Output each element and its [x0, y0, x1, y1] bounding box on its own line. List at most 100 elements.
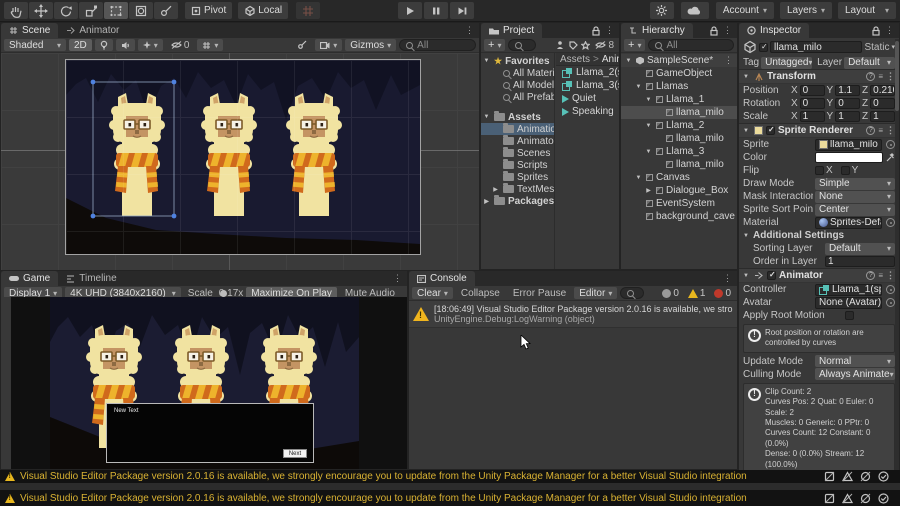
- rotation-z-field[interactable]: 0: [870, 98, 895, 109]
- object-picker-icon[interactable]: [886, 218, 895, 227]
- effects-dropdown[interactable]: [137, 39, 163, 51]
- inspector-scrollbar[interactable]: [895, 39, 899, 482]
- project-tree-row[interactable]: Sprites: [481, 171, 554, 183]
- presets-icon[interactable]: ≡: [878, 271, 883, 280]
- hierarchy-row[interactable]: GameObject: [621, 67, 737, 80]
- inspector-menu-icon[interactable]: ⋮: [885, 25, 894, 36]
- scale-tool-button[interactable]: [79, 2, 103, 19]
- preferences-gear-button[interactable]: [649, 2, 674, 19]
- tab-timeline[interactable]: Timeline: [58, 271, 125, 286]
- scene-camera-dropdown[interactable]: [315, 39, 343, 51]
- foldout-down-icon[interactable]: ▼: [644, 97, 653, 103]
- hierarchy-row[interactable]: ▼ SampleScene* ⋮: [621, 54, 737, 67]
- apply-root-motion-checkbox[interactable]: [845, 311, 854, 320]
- help-icon[interactable]: ?: [866, 126, 876, 135]
- project-file-item[interactable]: Llama_3(sprite): [556, 79, 619, 92]
- progress-check-icon[interactable]: [878, 492, 889, 504]
- foldout-down-icon[interactable]: ▼: [644, 123, 653, 129]
- hierarchy-menu-icon[interactable]: ⋮: [723, 25, 732, 36]
- active-checkbox[interactable]: [759, 42, 768, 52]
- project-tree-row[interactable]: ▶ TextMesh Pro: [481, 183, 554, 195]
- foldout-down-icon[interactable]: ▼: [743, 273, 751, 279]
- component-menu-icon[interactable]: ⋮: [886, 270, 895, 281]
- menu-icon[interactable]: ⋮: [724, 55, 737, 66]
- pause-button[interactable]: [424, 2, 448, 19]
- hierarchy-search-field[interactable]: All: [648, 39, 734, 51]
- foldout-down-icon[interactable]: ▼: [634, 84, 643, 90]
- sprite-renderer-header[interactable]: ▼ Sprite Renderer ?≡⋮: [739, 123, 899, 138]
- transform-tool-button[interactable]: [129, 2, 153, 19]
- scale-y-field[interactable]: 1: [835, 111, 861, 122]
- lock-icon[interactable]: [592, 25, 600, 36]
- gameobject-name-field[interactable]: llama_milo: [770, 41, 863, 53]
- foldout-down-icon[interactable]: ▼: [743, 128, 751, 134]
- 2d-toggle[interactable]: 2D: [69, 39, 92, 51]
- hierarchy-row[interactable]: llama_milo: [621, 106, 737, 119]
- layers-dropdown[interactable]: Layers: [779, 2, 832, 19]
- component-menu-icon[interactable]: ⋮: [886, 125, 895, 136]
- hidden-objects-indicator[interactable]: 0: [166, 39, 195, 51]
- hierarchy-row[interactable]: EventSystem: [621, 197, 737, 210]
- console-search-field[interactable]: [620, 287, 644, 299]
- position-x-field[interactable]: 0: [799, 85, 825, 96]
- scale-slider-knob[interactable]: [219, 289, 227, 297]
- order-in-layer-field[interactable]: 1: [825, 256, 895, 267]
- scene-tools-button[interactable]: [292, 39, 312, 51]
- scene-viewport[interactable]: [1, 53, 479, 271]
- sprite-field[interactable]: llama_milo: [815, 138, 882, 151]
- scene-menu-icon[interactable]: ⋮: [465, 25, 474, 36]
- avatar-field[interactable]: None (Avatar): [815, 296, 882, 309]
- hierarchy-row[interactable]: background_cave: [621, 210, 737, 223]
- color-swatch[interactable]: [815, 152, 883, 163]
- favorite-star-icon[interactable]: [581, 40, 591, 50]
- move-tool-button[interactable]: [29, 2, 53, 19]
- muted-log-icon[interactable]: [824, 493, 835, 504]
- controller-field[interactable]: Llama_1(sprite): [815, 283, 882, 296]
- console-collapse-toggle[interactable]: Collapse: [456, 287, 505, 299]
- gameobject-cube-icon[interactable]: [743, 40, 757, 54]
- tab-hierarchy[interactable]: Hierarchy: [621, 23, 693, 38]
- object-picker-icon[interactable]: [886, 140, 895, 149]
- eyedropper-icon[interactable]: [885, 152, 895, 163]
- lighting-toggle[interactable]: [94, 39, 113, 51]
- object-picker-icon[interactable]: [886, 285, 895, 294]
- project-tree-row[interactable]: ▼ ★ Favorites: [481, 55, 554, 67]
- rect-tool-button[interactable]: [104, 2, 128, 19]
- tab-console[interactable]: Console: [409, 271, 475, 286]
- mask-interaction-dropdown[interactable]: None: [815, 190, 895, 203]
- hidden-packages-indicator[interactable]: 8: [593, 39, 616, 51]
- lock-icon[interactable]: [710, 25, 718, 36]
- help-icon[interactable]: ?: [866, 72, 876, 81]
- project-file-item[interactable]: Speaking: [556, 105, 619, 118]
- project-tree-row[interactable]: Scripts: [481, 159, 554, 171]
- scale-x-field[interactable]: 1: [799, 111, 825, 122]
- console-error-pause-toggle[interactable]: Error Pause: [508, 287, 571, 299]
- material-field[interactable]: Sprites-Default: [815, 216, 882, 229]
- position-y-field[interactable]: 1.1: [835, 85, 861, 96]
- foldout-down-icon[interactable]: ▼: [482, 114, 491, 120]
- flip-y-checkbox[interactable]: [840, 166, 850, 175]
- muted-error-icon[interactable]: [860, 471, 871, 482]
- component-enabled-checkbox[interactable]: [767, 270, 776, 280]
- tag-dropdown[interactable]: Untagged: [761, 56, 813, 69]
- project-create-button[interactable]: +: [484, 39, 506, 51]
- project-tree-row[interactable]: Scenes: [481, 147, 554, 159]
- hierarchy-row[interactable]: ▼ Llama_2: [621, 119, 737, 132]
- additional-settings-foldout[interactable]: ▼ Additional Settings: [739, 229, 899, 242]
- sort-point-dropdown[interactable]: Center: [815, 203, 895, 216]
- gizmos-dropdown[interactable]: Gizmos: [345, 39, 397, 51]
- error-count-badge[interactable]: 0: [711, 288, 734, 299]
- tab-project[interactable]: Project: [481, 23, 543, 38]
- warning-count-badge[interactable]: 1: [685, 288, 709, 299]
- hierarchy-row[interactable]: llama_milo: [621, 158, 737, 171]
- rotation-x-field[interactable]: 0: [799, 98, 825, 109]
- muted-warning-icon[interactable]: [842, 492, 853, 504]
- label-icon[interactable]: [569, 40, 579, 50]
- presets-icon[interactable]: ≡: [878, 126, 883, 135]
- cloud-button[interactable]: [680, 2, 709, 19]
- grid-visibility-dropdown[interactable]: [197, 39, 224, 51]
- muted-warning-icon[interactable]: [842, 471, 853, 482]
- console-clear-button[interactable]: Clear: [412, 287, 453, 299]
- hierarchy-row[interactable]: ▼ Canvas: [621, 171, 737, 184]
- transform-header[interactable]: ▼ Transform ? ≡ ⋮: [739, 69, 899, 84]
